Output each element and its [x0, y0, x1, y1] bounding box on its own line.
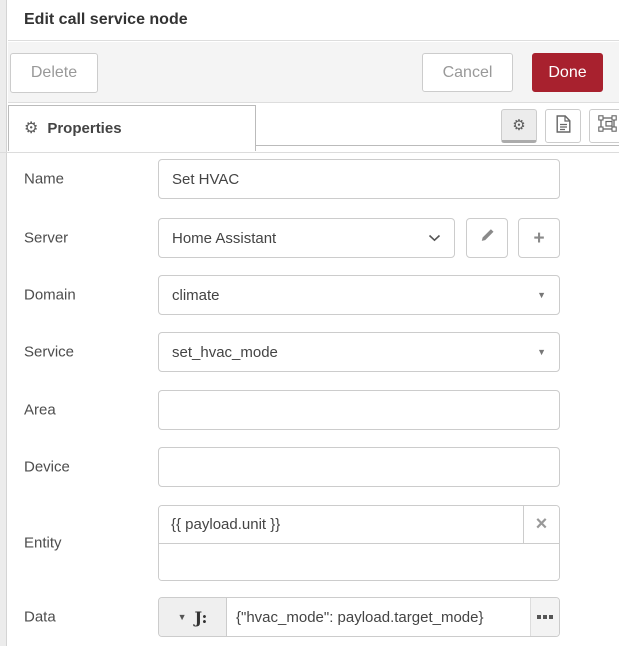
ellipsis-icon: [537, 615, 541, 619]
entity-row: Entity ×: [0, 505, 619, 581]
service-label: Service: [24, 344, 74, 361]
entity-list-item: ×: [159, 506, 559, 544]
server-label: Server: [24, 230, 68, 247]
edit-call-service-dialog: Edit call service node Delete Cancel Don…: [0, 0, 619, 646]
document-icon: [556, 115, 571, 138]
server-select[interactable]: Home Assistant: [158, 218, 455, 258]
caret-down-icon: ▼: [537, 290, 546, 300]
domain-select[interactable]: climate ▼: [158, 275, 560, 315]
ellipsis-icon: [549, 615, 553, 619]
area-label: Area: [24, 402, 56, 419]
delete-button[interactable]: Delete: [10, 53, 98, 93]
close-icon: ×: [536, 513, 548, 536]
name-row: Name: [0, 159, 619, 199]
divider: [0, 152, 619, 153]
area-row: Area: [0, 390, 619, 430]
data-label: Data: [24, 609, 56, 626]
entity-label: Entity: [24, 535, 62, 552]
area-input[interactable]: [158, 390, 560, 430]
plus-icon: +: [533, 229, 544, 248]
chevron-down-icon: [428, 234, 441, 242]
tab-properties-label: Properties: [47, 120, 121, 137]
gear-icon: ⚙: [512, 118, 525, 133]
done-button[interactable]: Done: [532, 53, 603, 92]
selection-box-icon: [598, 115, 617, 137]
name-label: Name: [24, 171, 64, 188]
domain-label: Domain: [24, 287, 76, 304]
description-tab-button[interactable]: [545, 109, 581, 143]
name-input[interactable]: [158, 159, 560, 199]
domain-row: Domain climate ▼: [0, 275, 619, 315]
data-typed-input: ▼ J:: [158, 597, 560, 637]
server-select-value: Home Assistant: [172, 230, 276, 247]
service-select[interactable]: set_hvac_mode ▼: [158, 332, 560, 372]
cancel-button[interactable]: Cancel: [422, 53, 513, 92]
properties-tab-button[interactable]: ⚙: [501, 109, 537, 143]
service-row: Service set_hvac_mode ▼: [0, 332, 619, 372]
service-select-value: set_hvac_mode: [172, 344, 278, 361]
tab-properties[interactable]: ⚙ Properties: [8, 105, 256, 151]
entity-input[interactable]: [159, 506, 523, 543]
remove-entity-button[interactable]: ×: [523, 506, 559, 543]
entity-list: ×: [158, 505, 560, 581]
pencil-icon: [480, 228, 495, 248]
ellipsis-icon: [543, 615, 547, 619]
entity-list-add-row: [159, 544, 559, 581]
tab-strip-border: [256, 145, 619, 146]
add-server-button[interactable]: +: [518, 218, 560, 258]
edit-server-button[interactable]: [466, 218, 508, 258]
data-input[interactable]: [227, 598, 530, 636]
tab-bar: ⚙ Properties ⚙: [8, 104, 619, 152]
device-label: Device: [24, 459, 70, 476]
entity-extra-input[interactable]: [159, 544, 559, 581]
device-row: Device: [0, 447, 619, 487]
device-input[interactable]: [158, 447, 560, 487]
data-type-button[interactable]: ▼ J:: [159, 598, 227, 636]
dialog-toolbar: Delete Cancel Done: [8, 42, 619, 103]
caret-down-icon: ▼: [178, 612, 187, 622]
jsonata-type-icon: J:: [195, 608, 208, 627]
caret-down-icon: ▼: [537, 347, 546, 357]
appearance-tab-button[interactable]: [589, 109, 619, 143]
dialog-header: Edit call service node: [8, 0, 619, 41]
domain-select-value: climate: [172, 287, 220, 304]
server-row: Server Home Assistant +: [0, 218, 619, 258]
page-title: Edit call service node: [8, 11, 188, 29]
expand-editor-button[interactable]: [530, 598, 559, 636]
data-row: Data ▼ J:: [0, 597, 619, 637]
gear-icon: ⚙: [24, 121, 38, 137]
